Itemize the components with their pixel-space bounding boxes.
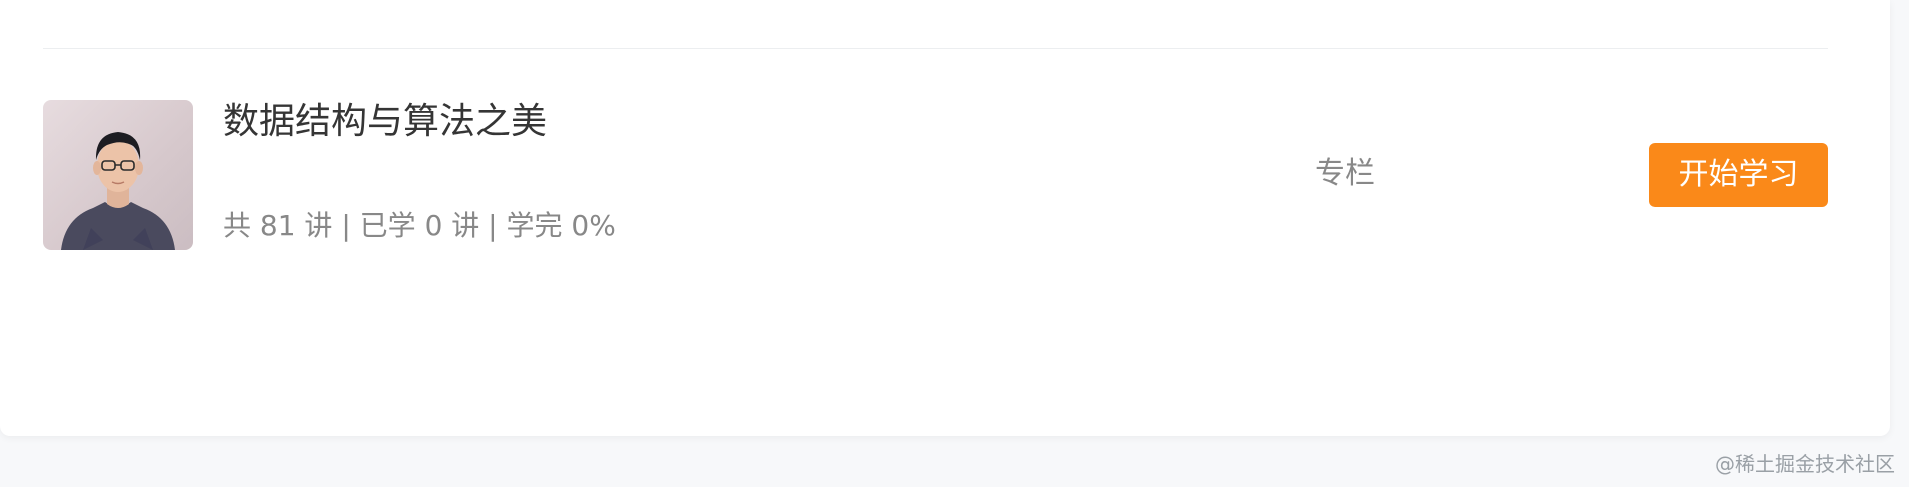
divider [43, 48, 1828, 49]
course-card: 数据结构与算法之美 共 81 讲 | 已学 0 讲 | 学完 0% 专栏 开始学… [0, 0, 1890, 436]
course-progress-meta: 共 81 讲 | 已学 0 讲 | 学完 0% [223, 209, 616, 242]
author-photo-icon [61, 132, 175, 250]
course-type-label: 专栏 [1315, 156, 1375, 191]
watermark: @稀土掘金技术社区 [1715, 452, 1895, 476]
course-title[interactable]: 数据结构与算法之美 [223, 100, 547, 144]
start-learning-button[interactable]: 开始学习 [1649, 143, 1828, 207]
course-row[interactable]: 数据结构与算法之美 共 81 讲 | 已学 0 讲 | 学完 0% 专栏 开始学… [43, 100, 1828, 250]
author-avatar[interactable] [43, 100, 193, 250]
